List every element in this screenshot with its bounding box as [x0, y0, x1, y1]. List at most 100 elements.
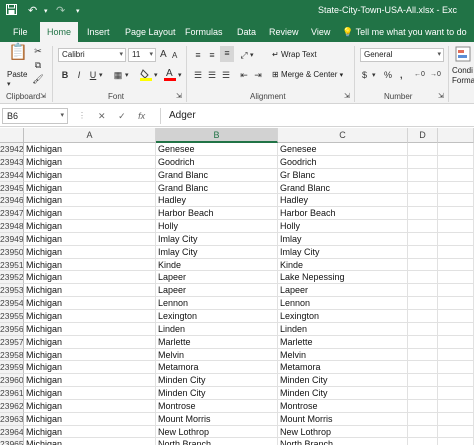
cell-city[interactable]: Metamora [156, 361, 278, 375]
cell-empty[interactable] [438, 284, 474, 298]
cell-state[interactable]: Michigan [24, 207, 156, 221]
percent-button[interactable]: % [384, 68, 392, 82]
undo-dropdown-icon[interactable]: ▾ [44, 7, 48, 15]
cell-city[interactable]: Kinde [156, 258, 278, 272]
cell-empty[interactable] [438, 309, 474, 323]
font-color-icon[interactable]: A [164, 67, 176, 85]
format-painter-icon[interactable]: 🖌 [32, 72, 44, 86]
cell-town[interactable]: Hadley [278, 194, 408, 208]
column-header-d[interactable]: D [408, 128, 438, 143]
cell-city[interactable]: Lennon [156, 297, 278, 310]
cell-state[interactable]: Michigan [24, 425, 156, 439]
cell-empty[interactable] [408, 220, 438, 233]
row-header[interactable]: 23960 [0, 374, 24, 388]
cell-empty[interactable] [438, 245, 474, 259]
cell-city[interactable]: Holly [156, 220, 278, 233]
cell-town[interactable]: Holly [278, 220, 408, 233]
cell-state[interactable]: Michigan [24, 258, 156, 272]
cell-empty[interactable] [408, 245, 438, 259]
cell-city[interactable]: Linden [156, 322, 278, 336]
copy-icon[interactable]: ⧉ [32, 58, 44, 72]
cell-empty[interactable] [438, 412, 474, 426]
cell-empty[interactable] [408, 168, 438, 182]
row-header[interactable]: 23947 [0, 207, 24, 221]
cell-state[interactable]: Michigan [24, 181, 156, 195]
align-left-icon[interactable]: ☰ [192, 68, 204, 82]
row-header[interactable]: 23949 [0, 232, 24, 246]
cell-empty[interactable] [438, 143, 474, 156]
fill-color-icon[interactable] [140, 68, 152, 85]
insert-function-icon[interactable]: fx [138, 111, 145, 121]
decrease-indent-icon[interactable]: ⇤ [238, 68, 250, 82]
tell-me-box[interactable]: 💡 Tell me what you want to do [342, 22, 467, 42]
cell-town[interactable]: Imlay City [278, 245, 408, 259]
font-launcher-icon[interactable]: ⇲ [176, 90, 182, 104]
cell-empty[interactable] [408, 284, 438, 298]
column-header-b[interactable]: B [156, 128, 278, 143]
cell-town[interactable]: Gr Blanc [278, 168, 408, 182]
row-header[interactable]: 23957 [0, 335, 24, 349]
row-header[interactable]: 23953 [0, 284, 24, 298]
cell-town[interactable]: Minden City [278, 387, 408, 400]
cell-empty[interactable] [408, 374, 438, 388]
customize-icon[interactable]: ▾ [76, 7, 80, 15]
cell-town[interactable]: Melvin [278, 348, 408, 362]
enter-icon[interactable]: ✓ [118, 111, 126, 121]
cell-state[interactable]: Michigan [24, 412, 156, 426]
cell-empty[interactable] [408, 143, 438, 156]
cell-empty[interactable] [438, 387, 474, 400]
cell-city[interactable]: Lexington [156, 309, 278, 323]
cell-town[interactable]: Grand Blanc [278, 181, 408, 195]
row-header[interactable]: 23963 [0, 412, 24, 426]
row-header[interactable]: 23945 [0, 181, 24, 195]
cell-city[interactable]: Minden City [156, 374, 278, 388]
row-header[interactable]: 23954 [0, 297, 24, 310]
cancel-icon[interactable]: ✕ [98, 111, 106, 121]
row-header[interactable]: 23959 [0, 361, 24, 375]
cell-city[interactable]: Lapeer [156, 271, 278, 285]
row-header[interactable]: 23942 [0, 143, 24, 156]
cell-town[interactable]: Montrose [278, 399, 408, 413]
row-header[interactable]: 23958 [0, 348, 24, 362]
cell-empty[interactable] [408, 412, 438, 426]
cell-state[interactable]: Michigan [24, 245, 156, 259]
comma-button[interactable]: , [400, 68, 403, 82]
fill-color-dropdown-icon[interactable]: ▾ [154, 69, 158, 83]
cell-town[interactable]: Kinde [278, 258, 408, 272]
cell-city[interactable]: Lapeer [156, 284, 278, 298]
cell-state[interactable]: Michigan [24, 309, 156, 323]
cell-empty[interactable] [438, 399, 474, 413]
cell-empty[interactable] [408, 271, 438, 285]
cell-state[interactable]: Michigan [24, 387, 156, 400]
row-header[interactable]: 23946 [0, 194, 24, 208]
row-header[interactable]: 23965 [0, 438, 24, 445]
font-color-dropdown-icon[interactable]: ▾ [178, 69, 182, 83]
borders-dropdown-icon[interactable]: ▾ [125, 69, 129, 83]
cell-state[interactable]: Michigan [24, 155, 156, 169]
cell-empty[interactable] [408, 348, 438, 362]
borders-icon[interactable]: ▦ [112, 68, 124, 82]
cell-state[interactable]: Michigan [24, 284, 156, 298]
select-all-button[interactable] [0, 128, 24, 143]
cell-state[interactable]: Michigan [24, 194, 156, 208]
number-launcher-icon[interactable]: ⇲ [438, 90, 444, 104]
align-middle-icon[interactable]: ≡ [206, 48, 218, 62]
increase-indent-icon[interactable]: ⇥ [252, 68, 264, 82]
cell-city[interactable]: Grand Blanc [156, 168, 278, 182]
cell-town[interactable]: Lennon [278, 297, 408, 310]
cell-city[interactable]: North Branch [156, 438, 278, 445]
cell-empty[interactable] [438, 361, 474, 375]
tab-file[interactable]: File [6, 22, 35, 42]
cell-city[interactable]: Melvin [156, 348, 278, 362]
align-bottom-icon[interactable]: ≡ [220, 46, 234, 62]
cell-empty[interactable] [438, 181, 474, 195]
cell-empty[interactable] [438, 322, 474, 336]
cell-state[interactable]: Michigan [24, 232, 156, 246]
row-header[interactable]: 23961 [0, 387, 24, 400]
align-top-icon[interactable]: ≡ [192, 48, 204, 62]
cell-empty[interactable] [408, 297, 438, 310]
cell-empty[interactable] [408, 361, 438, 375]
cell-state[interactable]: Michigan [24, 297, 156, 310]
row-header[interactable]: 23948 [0, 220, 24, 233]
cell-city[interactable]: Genesee [156, 143, 278, 156]
